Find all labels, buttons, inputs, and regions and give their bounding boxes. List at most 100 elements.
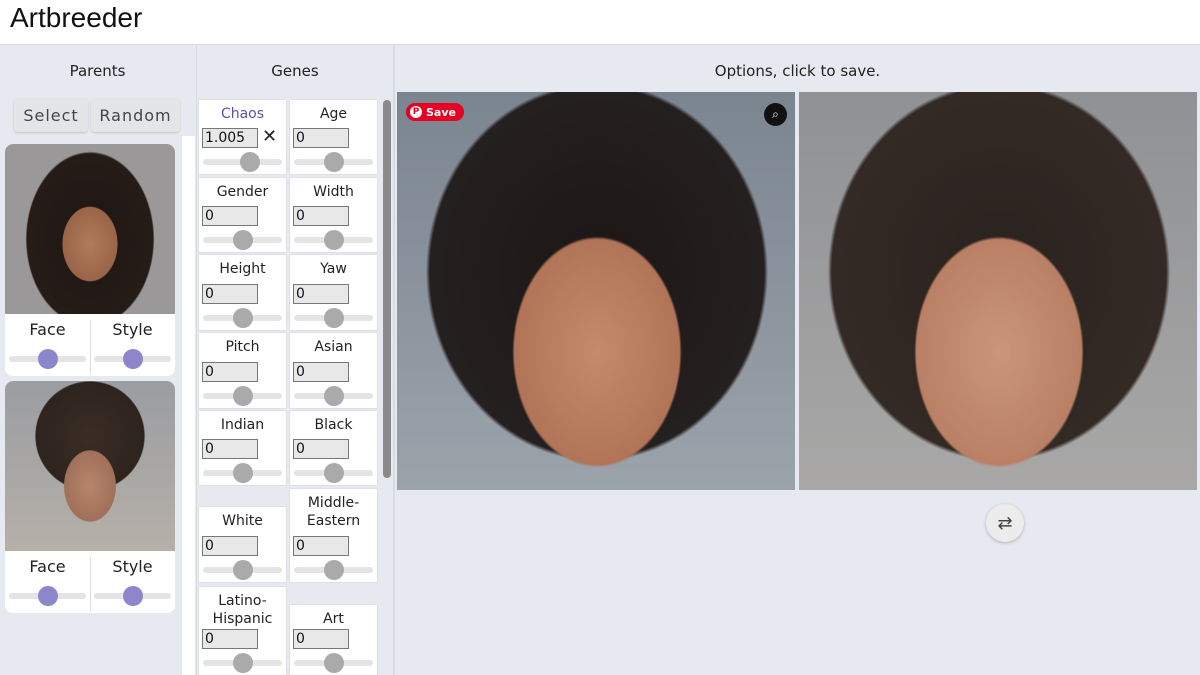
pinterest-save-button[interactable]: P Save — [406, 103, 464, 121]
gene-slider[interactable] — [203, 230, 282, 250]
parent-image[interactable] — [5, 381, 175, 551]
gene-width: Width 0 — [290, 178, 377, 252]
gene-value-input[interactable]: 0 — [293, 206, 349, 226]
gene-value-input[interactable]: 0 — [202, 629, 258, 649]
gene-slider[interactable] — [294, 152, 373, 172]
gene-value-input[interactable]: 0 — [202, 536, 258, 556]
gene-value-input[interactable]: 0 — [293, 439, 349, 459]
style-slider[interactable] — [94, 349, 171, 369]
pinterest-icon: P — [410, 106, 422, 118]
gene-value-input[interactable]: 0 — [293, 536, 349, 556]
header: Artbreeder — [0, 0, 1200, 45]
repeat-icon[interactable]: ⇄ — [986, 504, 1024, 542]
slider-thumb[interactable] — [232, 308, 253, 328]
slider-thumb[interactable] — [122, 586, 143, 606]
parent-image[interactable] — [5, 144, 175, 314]
gene-slider[interactable] — [203, 152, 282, 172]
slider-thumb[interactable] — [37, 586, 58, 606]
gene-height: Height 0 — [199, 255, 286, 330]
slider-thumb[interactable] — [323, 230, 344, 250]
face-slider[interactable] — [9, 586, 86, 606]
gene-slider[interactable] — [203, 308, 282, 328]
gene-slider[interactable] — [294, 308, 373, 328]
gene-label: White — [222, 513, 263, 529]
divider — [393, 45, 395, 675]
gene-value-input[interactable]: 0 — [202, 439, 258, 459]
gene-slider[interactable] — [203, 463, 282, 483]
gene-white: White 0 — [199, 507, 286, 582]
style-control: Style — [90, 316, 175, 374]
random-button[interactable]: Random — [91, 98, 180, 132]
gene-slider[interactable] — [203, 560, 282, 580]
gene-label: Latino- Hispanic — [212, 593, 273, 627]
divider — [196, 45, 197, 675]
gene-black: Black 0 — [290, 411, 377, 485]
portrait — [799, 92, 1197, 490]
parents-scroll-gutter — [182, 136, 195, 675]
gene-label: Art — [323, 611, 344, 627]
genes-scrollbar[interactable] — [383, 100, 391, 478]
gene-asian: Asian 0 — [290, 333, 377, 408]
style-slider[interactable] — [94, 586, 171, 606]
gene-label: Width — [313, 184, 354, 200]
style-control: Style — [90, 553, 175, 611]
app-logo[interactable]: Artbreeder — [10, 2, 142, 34]
gene-latino-hispanic: Latino- Hispanic 0 — [199, 587, 286, 675]
slider-thumb[interactable] — [323, 560, 344, 580]
face-label: Face — [29, 320, 66, 339]
slider-thumb[interactable] — [37, 349, 58, 369]
option-image[interactable]: P Save ⌕ — [397, 92, 795, 490]
gene-value-input[interactable]: 0 — [202, 206, 258, 226]
slider-thumb[interactable] — [232, 386, 253, 406]
portrait — [397, 92, 795, 490]
gene-value-input[interactable]: 0 — [293, 629, 349, 649]
slider-thumb[interactable] — [323, 463, 344, 483]
gene-value-input[interactable]: 0 — [293, 128, 349, 148]
gene-slider[interactable] — [294, 463, 373, 483]
slider-thumb[interactable] — [232, 230, 253, 250]
gene-slider[interactable] — [294, 653, 373, 673]
face-label: Face — [29, 557, 66, 576]
gene-value-input[interactable]: 0 — [293, 284, 349, 304]
gene-label: Indian — [220, 417, 265, 433]
slider-thumb[interactable] — [232, 560, 253, 580]
gene-slider[interactable] — [294, 230, 373, 250]
slider-thumb[interactable] — [323, 653, 344, 673]
gene-slider[interactable] — [203, 386, 282, 406]
gene-slider[interactable] — [203, 653, 282, 673]
select-button[interactable]: Select — [14, 98, 88, 132]
gene-value-input[interactable]: 0 — [293, 362, 349, 382]
parents-title: Parents — [69, 62, 126, 80]
gene-value-input[interactable]: 0 — [202, 284, 258, 304]
visual-search-icon[interactable]: ⌕ — [764, 103, 787, 126]
gene-label: Pitch — [225, 339, 260, 355]
gene-yaw: Yaw 0 — [290, 255, 377, 330]
slider-thumb[interactable] — [323, 152, 344, 172]
slider-thumb[interactable] — [232, 653, 253, 673]
options-title: Options, click to save. — [714, 62, 881, 80]
parent-card: Face Style — [5, 381, 175, 613]
gene-age: Age 0 — [290, 100, 377, 174]
slider-thumb[interactable] — [323, 386, 344, 406]
slider-thumb[interactable] — [323, 308, 344, 328]
close-icon[interactable]: ✕ — [262, 126, 277, 147]
gene-slider[interactable] — [294, 560, 373, 580]
slider-thumb[interactable] — [122, 349, 143, 369]
gene-label: Gender — [216, 184, 269, 200]
gene-gender: Gender 0 — [199, 178, 286, 252]
face-control: Face — [5, 316, 90, 374]
gene-slider[interactable] — [294, 386, 373, 406]
gene-value-input[interactable]: 1.005 — [202, 128, 258, 148]
face-slider[interactable] — [9, 349, 86, 369]
gene-label: Yaw — [320, 261, 347, 277]
gene-middle-eastern: Middle- Eastern 0 — [290, 489, 377, 582]
style-label: Style — [112, 557, 153, 576]
option-image[interactable] — [799, 92, 1197, 490]
slider-thumb[interactable] — [240, 152, 261, 172]
genes-title: Genes — [271, 62, 319, 80]
gene-label: Asian — [314, 339, 353, 355]
slider-thumb[interactable] — [232, 463, 253, 483]
gene-value-input[interactable]: 0 — [202, 362, 258, 382]
gene-label: Age — [319, 106, 348, 122]
face-control: Face — [5, 553, 90, 611]
